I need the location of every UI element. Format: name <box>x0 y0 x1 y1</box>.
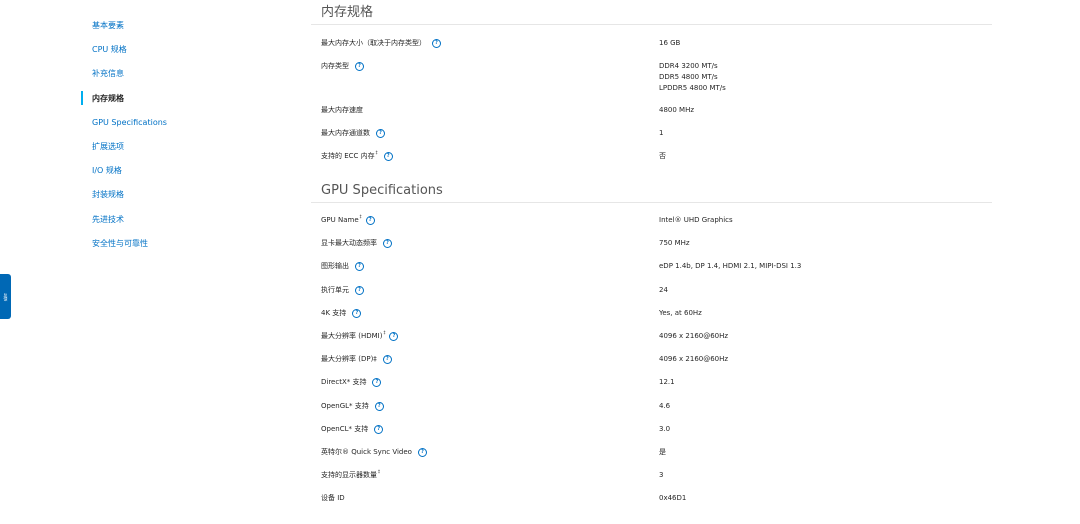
spec-value: 4096 x 2160@60Hz <box>659 331 729 340</box>
spec-label: 执行单元 <box>321 285 349 294</box>
spec-label: 内存类型 <box>321 62 349 70</box>
spec-row-gpu-name: GPU Name ‡ ? Intel® UHD Graphics <box>311 214 992 238</box>
help-circle-icon[interactable]: ? <box>372 378 382 388</box>
gpu-section-title: GPU Specifications <box>321 183 443 198</box>
help-circle-icon[interactable]: ? <box>355 285 364 295</box>
spec-value: Yes, at 60Hz <box>659 308 702 317</box>
nav-item-advanced-tech[interactable]: 先进技术 <box>81 211 281 235</box>
help-circle-icon[interactable]: ? <box>383 152 393 161</box>
footnote-mark: ‡ <box>383 329 386 335</box>
nav-item-io[interactable]: I/O 规格 <box>81 162 281 186</box>
spec-row-max-memory-speed: 最大内存速度 4800 MHz <box>311 105 992 128</box>
help-circle-icon[interactable]: ? <box>376 129 385 138</box>
spec-row-memory-types: 内存类型 ? DDR4 3200 MT/s DDR5 4800 MT/s LPD… <box>311 61 992 105</box>
nav-item-security[interactable]: 安全性与可靠性 <box>81 235 281 259</box>
help-circle-icon[interactable]: ? <box>389 331 399 341</box>
spec-row-quick-sync: 英特尔® Quick Sync Video ? 是 <box>311 447 992 470</box>
spec-label: GPU Name <box>321 216 359 224</box>
spec-content: 内存规格 最大内存大小（取决于内存类型） ? 16 GB 内存类型 ? DDR4… <box>311 0 992 513</box>
spec-row-4k-support: 4K 支持 ? Yes, at 60Hz <box>311 308 992 331</box>
spec-value: 750 MHz <box>659 239 690 248</box>
spec-value: 12.1 <box>659 378 675 387</box>
spec-label: 最大内存通道数 <box>321 129 370 137</box>
spec-value: 24 <box>659 285 668 294</box>
spec-row-max-res-dp: 最大分辨率 (DP)‡ ? 4096 x 2160@60Hz <box>311 354 992 377</box>
footnote-mark: ‡ <box>378 469 380 475</box>
spec-label: 英特尔® Quick Sync Video <box>321 447 412 456</box>
nav-item-package[interactable]: 封装规格 <box>81 186 281 210</box>
spec-value: 否 <box>659 152 666 160</box>
spec-label: 设备 ID <box>321 494 345 503</box>
spec-label: 最大内存大小（取决于内存类型） <box>321 39 426 47</box>
gpu-section: GPU Specifications GPU Name ‡ ? Intel® U… <box>311 178 992 513</box>
help-circle-icon[interactable]: ? <box>417 447 427 457</box>
spec-label: 最大分辨率 (HDMI) <box>321 331 383 340</box>
help-circle-icon[interactable]: ? <box>355 262 364 272</box>
spec-row-max-memory-size: 最大内存大小（取决于内存类型） ? 16 GB <box>311 38 992 61</box>
spec-label: 显卡最大动态频率 <box>321 239 377 248</box>
nav-item-memory[interactable]: 内存规格 <box>81 90 281 114</box>
spec-row-max-res-hdmi: 最大分辨率 (HDMI) ‡ ? 4096 x 2160@60Hz <box>311 329 992 354</box>
spec-row-gpu-max-freq: 显卡最大动态频率 ? 750 MHz <box>311 238 992 261</box>
help-circle-icon[interactable]: ? <box>432 39 441 48</box>
help-circle-icon[interactable]: ? <box>352 308 362 318</box>
spec-label: 图形输出 <box>321 262 349 271</box>
spec-row-graphics-output: 图形输出 ? eDP 1.4b, DP 1.4, HDMI 2.1, MIPI-… <box>311 261 992 284</box>
help-circle-icon[interactable]: ? <box>383 239 392 249</box>
spec-section-nav: 基本要素 CPU 规格 补充信息 内存规格 GPU Specifications… <box>81 17 281 259</box>
spec-value: 3.0 <box>659 424 671 433</box>
spec-row-execution-units: 执行单元 ? 24 <box>311 285 992 308</box>
spec-row-ecc-support: 支持的 ECC 内存 ‡ ? 否 <box>311 150 992 178</box>
spec-label: 最大内存速度 <box>321 106 363 114</box>
nav-item-cpu[interactable]: CPU 规格 <box>81 41 281 65</box>
help-circle-icon[interactable]: ? <box>374 424 384 434</box>
spec-value: 4096 x 2160@60Hz <box>659 355 729 364</box>
spec-label: 最大分辨率 (DP)‡ <box>321 355 377 364</box>
spec-value: DDR4 3200 MT/s DDR5 4800 MT/s LPDDR5 480… <box>659 61 992 105</box>
spec-row-display-count: 支持的显示器数量 ‡ 3 <box>311 469 992 493</box>
spec-label: 支持的 ECC 内存 <box>321 152 375 160</box>
footnote-mark: ‡ <box>359 214 362 219</box>
footnote-mark: ‡ <box>375 150 378 155</box>
spec-value: 4.6 <box>659 401 671 410</box>
feedback-tab-label: 反馈 <box>3 292 9 301</box>
help-circle-icon[interactable]: ? <box>374 401 384 411</box>
spec-value: 是 <box>659 447 666 456</box>
spec-label: OpenCL* 支持 <box>321 424 369 433</box>
spec-value: 16 GB <box>659 39 681 47</box>
spec-value: 3 <box>659 471 664 480</box>
nav-item-gpu[interactable]: GPU Specifications <box>81 114 281 138</box>
spec-value: Intel® UHD Graphics <box>659 216 733 224</box>
help-circle-icon[interactable]: ? <box>382 355 392 365</box>
spec-label: 支持的显示器数量 <box>321 471 377 480</box>
memory-type-lpddr5: LPDDR5 4800 MT/s <box>659 84 726 92</box>
page: 反馈 基本要素 CPU 规格 补充信息 内存规格 GPU Specificati… <box>0 0 1080 524</box>
spec-row-opengl: OpenGL* 支持 ? 4.6 <box>311 401 992 424</box>
spec-label: 4K 支持 <box>321 308 347 317</box>
spec-row-max-memory-channels: 最大内存通道数 ? 1 <box>311 128 992 151</box>
help-circle-icon[interactable]: ? <box>365 216 375 225</box>
section-divider <box>311 24 992 25</box>
spec-row-opencl: OpenCL* 支持 ? 3.0 <box>311 424 992 447</box>
spec-value: 1 <box>659 129 664 137</box>
feedback-tab[interactable]: 反馈 <box>0 274 11 319</box>
spec-row-device-id: 设备 ID 0x46D1 <box>311 493 992 513</box>
nav-item-supplemental[interactable]: 补充信息 <box>81 65 281 89</box>
memory-section-title: 内存规格 <box>321 5 374 20</box>
spec-value: 0x46D1 <box>659 494 687 503</box>
section-divider <box>311 202 992 203</box>
spec-label: OpenGL* 支持 <box>321 401 369 410</box>
memory-section: 内存规格 最大内存大小（取决于内存类型） ? 16 GB 内存类型 ? DDR4… <box>311 0 992 178</box>
spec-row-directx: DirectX* 支持 ? 12.1 <box>311 377 992 400</box>
memory-type-ddr4: DDR4 3200 MT/s <box>659 62 718 70</box>
spec-label: DirectX* 支持 <box>321 378 367 387</box>
memory-type-ddr5: DDR5 4800 MT/s <box>659 73 718 81</box>
spec-value: eDP 1.4b, DP 1.4, HDMI 2.1, MIPI-DSI 1.3 <box>659 262 802 271</box>
nav-item-basic[interactable]: 基本要素 <box>81 17 281 41</box>
spec-value: 4800 MHz <box>659 106 695 114</box>
nav-item-expansion[interactable]: 扩展选项 <box>81 138 281 162</box>
help-circle-icon[interactable]: ? <box>355 62 364 71</box>
